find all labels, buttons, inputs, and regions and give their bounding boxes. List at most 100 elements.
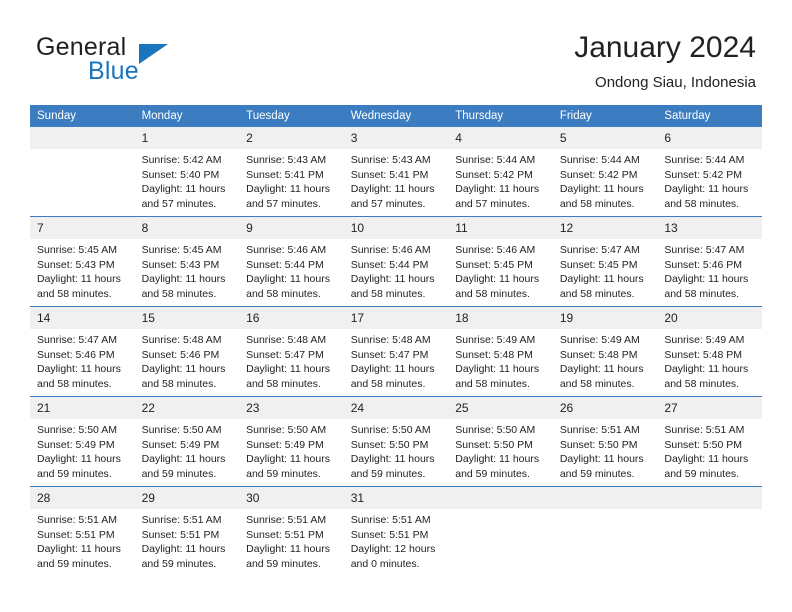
day-sunrise-text: Sunrise: 5:50 AM — [37, 424, 117, 436]
day-number: 17 — [343, 307, 449, 329]
triangle-icon — [139, 44, 168, 64]
day-sunrise-text: Sunrise: 5:44 AM — [455, 154, 536, 166]
calendar-day-cell[interactable]: 20 Sunrise: 5:49 AM Sunset: 5:48 PM Dayligh… — [657, 306, 762, 397]
day-daylight-2-text: and 57 minutes. — [455, 197, 530, 210]
calendar-day-cell[interactable]: 4 Sunrise: 5:44 AM Sunset: 5:42 PM Daylight… — [448, 127, 553, 217]
calendar-day-cell[interactable]: 21 Sunrise: 5:50 AM Sunset: 5:49 PM Dayligh… — [30, 396, 135, 487]
day-daylight-1-text: Daylight: 12 hours — [350, 543, 436, 556]
day-number: 27 — [657, 397, 762, 419]
calendar-day-cell[interactable]: 29 Sunrise: 5:51 AM Sunset: 5:51 PM Dayligh… — [134, 486, 240, 576]
day-sunset-text: Sunset: 5:45 PM — [559, 258, 638, 271]
day-sunrise-text: Sunrise: 5:49 AM — [455, 334, 536, 346]
day-sunrise-text: Sunrise: 5:51 AM — [246, 514, 327, 526]
calendar-week-row: 1 Sunrise: 5:42 AM Sunset: 5:40 PM Daylight… — [30, 127, 762, 217]
day-details: Sunrise: 5:47 AM Sunset: 5:45 PM Daylight:… — [553, 239, 658, 301]
day-daylight-1-text: Daylight: 11 hours — [664, 273, 749, 286]
calendar-day-cell-empty — [448, 486, 553, 576]
calendar-day-cell[interactable]: 8 Sunrise: 5:45 AM Sunset: 5:43 PM Daylight… — [134, 216, 240, 307]
day-sunset-text: Sunset: 5:48 PM — [559, 348, 638, 361]
day-daylight-1-text: Daylight: 11 hours — [37, 363, 121, 376]
day-details: Sunrise: 5:49 AM Sunset: 5:48 PM Daylight:… — [657, 329, 762, 391]
weekday-header-saturday: Saturday — [657, 105, 762, 127]
day-details: Sunrise: 5:48 AM Sunset: 5:47 PM Daylight:… — [239, 329, 344, 391]
day-sunrise-text: Sunrise: 5:51 AM — [559, 424, 640, 436]
calendar-day-cell[interactable]: 30 Sunrise: 5:51 AM Sunset: 5:51 PM Dayligh… — [239, 486, 344, 576]
calendar-week-row: 21 Sunrise: 5:50 AM Sunset: 5:49 PM Dayligh… — [30, 396, 762, 487]
day-daylight-1-text: Daylight: 11 hours — [559, 183, 644, 196]
day-sunset-text: Sunset: 5:46 PM — [664, 258, 743, 271]
calendar-day-cell[interactable]: 18 Sunrise: 5:49 AM Sunset: 5:48 PM Dayligh… — [448, 306, 553, 397]
calendar-week-row: 28 Sunrise: 5:51 AM Sunset: 5:51 PM Dayligh… — [30, 486, 762, 576]
day-number: 26 — [552, 397, 658, 419]
calendar-day-cell[interactable]: 3 Sunrise: 5:43 AM Sunset: 5:41 PM Daylight… — [343, 127, 449, 217]
day-number: 12 — [552, 217, 658, 239]
day-sunset-text: Sunset: 5:49 PM — [37, 438, 115, 451]
calendar-day-cell[interactable]: 28 Sunrise: 5:51 AM Sunset: 5:51 PM Dayligh… — [30, 486, 135, 576]
calendar-day-cell[interactable]: 5 Sunrise: 5:44 AM Sunset: 5:42 PM Daylight… — [552, 127, 658, 217]
calendar-day-cell-empty — [552, 486, 658, 576]
day-daylight-2-text: and 58 minutes. — [37, 287, 112, 300]
day-daylight-1-text: Daylight: 11 hours — [246, 183, 330, 196]
day-sunrise-text: Sunrise: 5:48 AM — [141, 334, 222, 346]
weekday-header-friday: Friday — [552, 105, 658, 127]
calendar-day-cell[interactable]: 6 Sunrise: 5:44 AM Sunset: 5:42 PM Daylight… — [657, 127, 762, 217]
calendar-day-cell[interactable]: 11 Sunrise: 5:46 AM Sunset: 5:45 PM Dayligh… — [448, 216, 553, 307]
day-daylight-2-text: and 59 minutes. — [246, 467, 321, 480]
day-number — [448, 487, 553, 509]
day-details: Sunrise: 5:45 AM Sunset: 5:43 PM Daylight:… — [30, 239, 135, 301]
calendar-day-cell[interactable]: 16 Sunrise: 5:48 AM Sunset: 5:47 PM Dayligh… — [239, 306, 344, 397]
day-daylight-2-text: and 58 minutes. — [455, 287, 530, 300]
day-sunrise-text: Sunrise: 5:45 AM — [37, 244, 117, 256]
day-daylight-2-text: and 58 minutes. — [664, 197, 740, 210]
calendar-day-cell[interactable]: 10 Sunrise: 5:46 AM Sunset: 5:44 PM Dayligh… — [343, 216, 449, 307]
day-daylight-1-text: Daylight: 11 hours — [37, 453, 121, 466]
day-sunset-text: Sunset: 5:43 PM — [141, 258, 220, 271]
day-number: 23 — [239, 397, 344, 419]
day-daylight-1-text: Daylight: 11 hours — [141, 543, 226, 556]
day-sunset-text: Sunset: 5:42 PM — [664, 168, 743, 181]
calendar-day-cell[interactable]: 7 Sunrise: 5:45 AM Sunset: 5:43 PM Daylight… — [30, 216, 135, 307]
calendar-day-cell[interactable]: 14 Sunrise: 5:47 AM Sunset: 5:46 PM Dayligh… — [30, 306, 135, 397]
calendar-day-cell[interactable]: 2 Sunrise: 5:43 AM Sunset: 5:41 PM Daylight… — [239, 127, 344, 217]
calendar-day-cell[interactable]: 12 Sunrise: 5:47 AM Sunset: 5:45 PM Dayligh… — [552, 216, 658, 307]
calendar-day-cell[interactable]: 31 Sunrise: 5:51 AM Sunset: 5:51 PM Dayligh… — [343, 486, 449, 576]
day-details: Sunrise: 5:43 AM Sunset: 5:41 PM Daylight:… — [239, 149, 344, 211]
day-number: 14 — [30, 307, 135, 329]
day-details: Sunrise: 5:51 AM Sunset: 5:50 PM Daylight:… — [657, 419, 762, 481]
day-sunset-text: Sunset: 5:44 PM — [350, 258, 429, 271]
day-number: 11 — [448, 217, 553, 239]
calendar-day-cell[interactable]: 1 Sunrise: 5:42 AM Sunset: 5:40 PM Daylight… — [134, 127, 240, 217]
day-details: Sunrise: 5:50 AM Sunset: 5:50 PM Daylight:… — [344, 419, 449, 481]
day-daylight-2-text: and 59 minutes. — [141, 557, 217, 570]
calendar-day-cell[interactable]: 17 Sunrise: 5:48 AM Sunset: 5:47 PM Dayligh… — [343, 306, 449, 397]
day-daylight-1-text: Daylight: 11 hours — [559, 273, 644, 286]
day-daylight-2-text: and 59 minutes. — [664, 467, 740, 480]
day-sunrise-text: Sunrise: 5:48 AM — [350, 334, 431, 346]
day-sunrise-text: Sunrise: 5:50 AM — [350, 424, 431, 436]
day-daylight-2-text: and 58 minutes. — [141, 287, 217, 300]
day-sunset-text: Sunset: 5:50 PM — [559, 438, 638, 451]
calendar-day-cell[interactable]: 15 Sunrise: 5:48 AM Sunset: 5:46 PM Dayligh… — [134, 306, 240, 397]
calendar-day-cell[interactable]: 25 Sunrise: 5:50 AM Sunset: 5:50 PM Dayligh… — [448, 396, 553, 487]
day-daylight-2-text: and 58 minutes. — [664, 377, 740, 390]
day-details: Sunrise: 5:46 AM Sunset: 5:44 PM Daylight:… — [239, 239, 344, 301]
calendar-day-cell[interactable]: 24 Sunrise: 5:50 AM Sunset: 5:50 PM Dayligh… — [343, 396, 449, 487]
calendar-day-cell[interactable]: 23 Sunrise: 5:50 AM Sunset: 5:49 PM Dayligh… — [239, 396, 344, 487]
calendar-day-cell[interactable]: 13 Sunrise: 5:47 AM Sunset: 5:46 PM Dayligh… — [657, 216, 762, 307]
calendar-day-cell[interactable]: 26 Sunrise: 5:51 AM Sunset: 5:50 PM Dayligh… — [552, 396, 658, 487]
calendar-day-cell[interactable]: 27 Sunrise: 5:51 AM Sunset: 5:50 PM Dayligh… — [657, 396, 762, 487]
calendar-day-cell[interactable]: 22 Sunrise: 5:50 AM Sunset: 5:49 PM Dayligh… — [134, 396, 240, 487]
calendar-table: Sunday Monday Tuesday Wednesday Thursday… — [30, 105, 762, 576]
day-number: 19 — [552, 307, 658, 329]
day-sunrise-text: Sunrise: 5:46 AM — [246, 244, 327, 256]
day-details: Sunrise: 5:43 AM Sunset: 5:41 PM Daylight:… — [344, 149, 449, 211]
day-number: 8 — [134, 217, 240, 239]
page-title: January 2024 — [574, 31, 756, 64]
calendar-day-cell[interactable]: 19 Sunrise: 5:49 AM Sunset: 5:48 PM Dayligh… — [552, 306, 658, 397]
calendar-header-row: Sunday Monday Tuesday Wednesday Thursday… — [30, 105, 762, 127]
day-sunrise-text: Sunrise: 5:51 AM — [37, 514, 117, 526]
day-details: Sunrise: 5:51 AM Sunset: 5:51 PM Daylight:… — [239, 509, 344, 571]
calendar-day-cell[interactable]: 9 Sunrise: 5:46 AM Sunset: 5:44 PM Daylight… — [239, 216, 344, 307]
day-number: 29 — [134, 487, 240, 509]
day-daylight-2-text: and 58 minutes. — [664, 287, 740, 300]
